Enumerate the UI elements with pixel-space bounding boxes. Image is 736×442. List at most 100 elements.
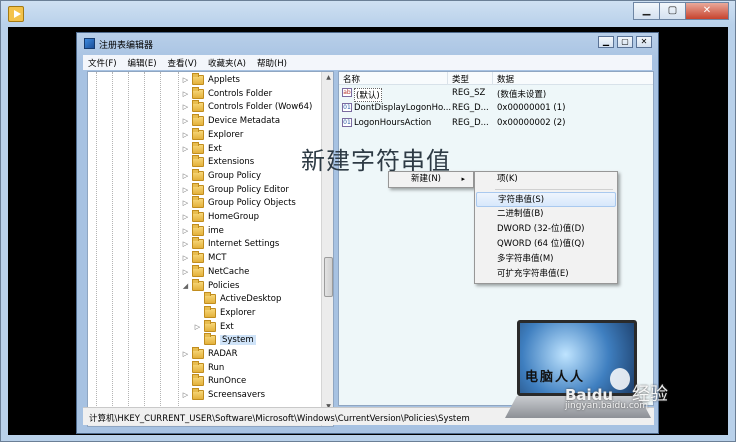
submenu-separator: [495, 189, 613, 190]
submenu-item[interactable]: 项(K): [476, 172, 616, 187]
menu-edit[interactable]: 编辑(E): [128, 57, 157, 69]
folder-icon: [192, 264, 204, 277]
tree-item[interactable]: ▷ Controls Folder: [181, 86, 272, 101]
folder-icon: [192, 196, 204, 209]
player-maximize-button[interactable]: ▢: [659, 2, 685, 20]
submenu-item[interactable]: 可扩充字符串值(E): [476, 267, 616, 282]
menu-file[interactable]: 文件(F): [88, 57, 117, 69]
value-row[interactable]: 01 DontDisplayLogonHo... REG_D... 0x0000000…: [339, 101, 653, 115]
tree-expander-icon[interactable]: ▷: [181, 268, 190, 276]
tree-item[interactable]: ▷ Group Policy Editor: [181, 182, 289, 197]
submenu-item[interactable]: 多字符串值(M): [476, 252, 616, 267]
tree-item-label: RunOnce: [208, 376, 247, 387]
tree-item[interactable]: ◢ Policies: [181, 278, 239, 293]
tree-expander-icon[interactable]: ▷: [181, 391, 190, 399]
tree-item-label: Applets: [208, 75, 240, 85]
tree-expander-icon[interactable]: ▷: [181, 131, 190, 139]
column-type-header[interactable]: 类型: [452, 73, 469, 85]
player-close-button[interactable]: ✕: [685, 2, 729, 20]
regedit-minimize-button[interactable]: ▁: [598, 36, 614, 48]
tree-expander-icon[interactable]: ▷: [181, 199, 190, 207]
submenu-item[interactable]: 二进制值(B): [476, 207, 616, 222]
submenu-item-label: 可扩充字符串值(E): [497, 269, 569, 279]
status-path: 计算机\HKEY_CURRENT_USER\Software\Microsoft…: [89, 414, 470, 424]
tree-item[interactable]: ▷ RADAR: [181, 347, 238, 361]
context-menu-new[interactable]: 新建(N) ▸: [390, 172, 472, 187]
tree-guide-lines: [88, 72, 188, 426]
tree-item-label: Group Policy: [208, 170, 262, 181]
tree-expander-icon[interactable]: ▷: [181, 90, 190, 98]
tree-expander-icon[interactable]: ▷: [181, 240, 190, 248]
tree-item[interactable]: ActiveDesktop: [193, 292, 281, 306]
player-caption-buttons: ▁ ▢ ✕: [633, 2, 729, 20]
tree-item[interactable]: ▷ Applets: [181, 73, 240, 87]
tree-expander-icon[interactable]: ▷: [181, 172, 190, 180]
tree-item[interactable]: ▷ NetCache: [181, 264, 249, 279]
tree-item[interactable]: ▷ Explorer: [181, 127, 243, 142]
folder-icon: [192, 155, 204, 168]
tree-expander-icon[interactable]: ▷: [181, 103, 190, 111]
tree-item[interactable]: ▷ Ext: [193, 319, 234, 334]
tree-expander-icon[interactable]: ▷: [181, 227, 190, 235]
tree-item[interactable]: Run: [181, 360, 225, 375]
player-minimize-button[interactable]: ▁: [633, 2, 659, 20]
tree-expander-icon[interactable]: ▷: [181, 76, 190, 84]
folder-icon: [192, 114, 204, 127]
submenu-item[interactable]: 字符串值(S): [476, 192, 616, 207]
tree-item[interactable]: ▷ ime: [181, 223, 224, 238]
tree-item[interactable]: ▷ HomeGroup: [181, 210, 259, 224]
tree-scroll-thumb[interactable]: [324, 257, 333, 297]
value-name: (默认): [354, 88, 382, 102]
tree-item[interactable]: Explorer: [193, 305, 255, 320]
tree-item[interactable]: System: [193, 333, 256, 347]
submenu-item-label: 字符串值(S): [498, 195, 545, 205]
binary-value-icon: 01: [342, 103, 352, 112]
folder-icon: [192, 73, 204, 85]
tree-item[interactable]: ▷ Controls Folder (Wow64): [181, 100, 312, 114]
tree-item[interactable]: Extensions: [181, 155, 254, 169]
tree-item-label: System: [220, 335, 256, 346]
scroll-up-icon[interactable]: ▲: [324, 74, 333, 84]
tree-expander-icon[interactable]: ▷: [181, 186, 190, 194]
tree-item-label: Run: [208, 362, 225, 373]
tree-expander-icon[interactable]: ▷: [181, 213, 190, 221]
new-submenu: 项(K) 字符串值(S) 二进制值(B) DWORD (32-位)值(D) QWORD …: [474, 171, 618, 284]
tree-expander-icon[interactable]: ▷: [193, 323, 202, 331]
tree-item[interactable]: ▷ Screensavers: [181, 388, 265, 402]
value-row[interactable]: 01 LogonHoursAction REG_D... 0x00000002 (2): [339, 116, 653, 130]
tree-expander-icon[interactable]: ▷: [181, 145, 190, 153]
tree-item[interactable]: ▷ Group Policy Objects: [181, 196, 296, 210]
column-name-header[interactable]: 名称: [343, 73, 360, 85]
column-data-header[interactable]: 数据: [497, 73, 514, 85]
value-data: 0x00000001 (1): [497, 103, 566, 113]
tree-item-label: Extensions: [208, 157, 255, 168]
tree-expander-icon[interactable]: ▷: [181, 117, 190, 125]
submenu-item[interactable]: QWORD (64 位)值(Q): [476, 237, 616, 252]
folder-icon: [192, 100, 204, 113]
tree-item-label: Ext: [208, 143, 222, 154]
tree-expander-icon[interactable]: ◢: [181, 282, 190, 290]
tree-expander-icon[interactable]: ▷: [181, 254, 190, 262]
tree-item[interactable]: ▷ Ext: [181, 141, 222, 156]
tree-vertical-scrollbar[interactable]: ▲ ▼: [321, 72, 333, 426]
tree-item[interactable]: ▷ MCT: [181, 251, 226, 265]
tree-item[interactable]: ▷ Device Metadata: [181, 114, 280, 128]
submenu-item-label: 多字符串值(M): [497, 254, 554, 264]
tree-item[interactable]: ▷ Internet Settings: [181, 237, 279, 251]
menu-favorites[interactable]: 收藏夹(A): [208, 57, 246, 69]
registry-tree[interactable]: ▷ Applets ▷ Controls Folder ▷ Controls Folder…: [87, 71, 334, 427]
regedit-app-icon: [84, 38, 95, 49]
menu-view[interactable]: 查看(V): [168, 57, 197, 69]
regedit-maximize-button[interactable]: ▢: [617, 36, 633, 48]
value-name: LogonHoursAction: [354, 118, 432, 128]
tree-expander-icon[interactable]: ▷: [181, 350, 190, 358]
regedit-title: 注册表编辑器: [99, 41, 154, 51]
folder-icon: [192, 182, 204, 195]
value-row[interactable]: ab (默认) REG_SZ (数值未设置): [339, 86, 653, 102]
tree-item[interactable]: RunOnce: [181, 374, 246, 388]
submenu-item[interactable]: DWORD (32-位)值(D): [476, 222, 616, 237]
tree-item[interactable]: ▷ Group Policy: [181, 168, 262, 183]
menu-help[interactable]: 帮助(H): [257, 57, 287, 69]
tree-item-label: HomeGroup: [208, 212, 259, 222]
regedit-close-button[interactable]: ✕: [636, 36, 652, 48]
